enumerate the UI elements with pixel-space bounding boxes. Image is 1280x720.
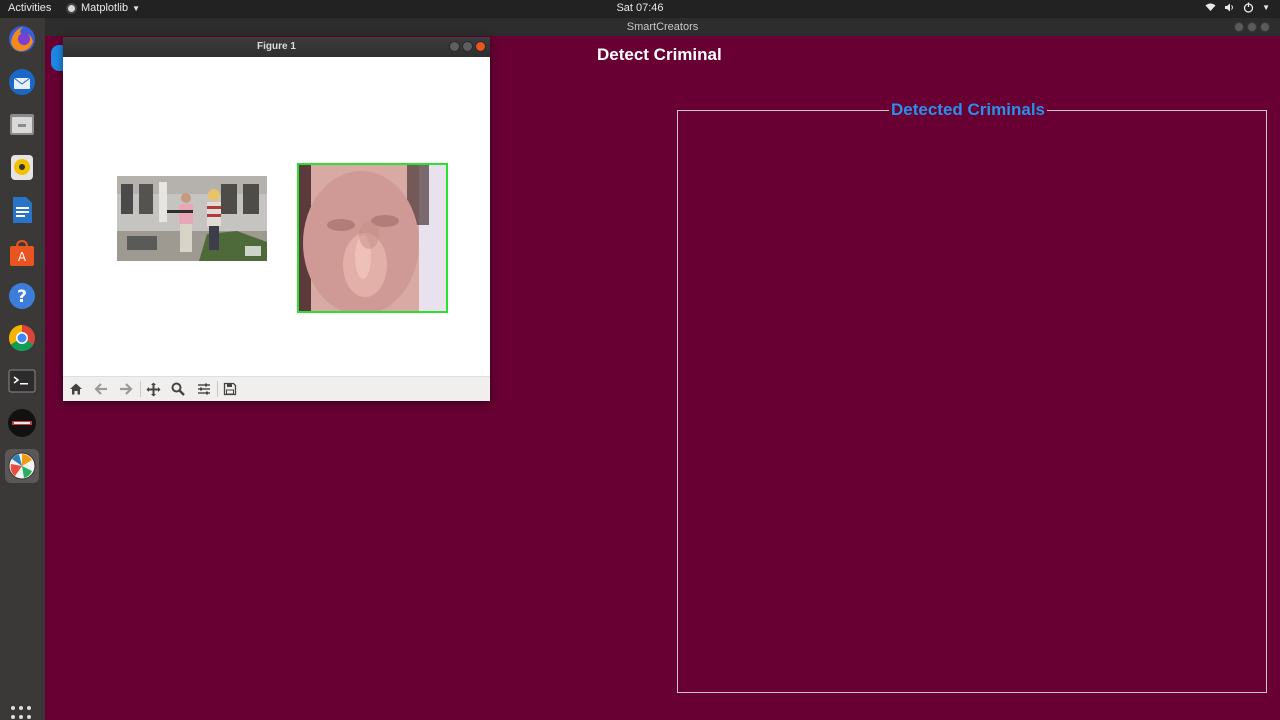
dock: A ?: [0, 18, 45, 720]
detected-face-image: [297, 163, 448, 313]
figure-titlebar[interactable]: Figure 1: [63, 37, 490, 57]
dock-item-writer[interactable]: [5, 193, 39, 227]
figure-window-controls: [449, 41, 486, 52]
forward-icon: [120, 383, 133, 395]
matplotlib-icon: [8, 452, 36, 480]
writer-icon: [13, 197, 32, 223]
terminal-icon: [8, 369, 36, 393]
page-title: Detect Criminal: [597, 45, 722, 64]
toolbar-separator: [217, 381, 218, 397]
home-icon: [70, 383, 82, 395]
power-icon: [1243, 2, 1254, 13]
top-bar: Activities Matplotlib ▼ Sat 07:46 ▼: [0, 0, 1280, 18]
toolbar-forward-button[interactable]: [116, 380, 136, 398]
maximize-button[interactable]: [1247, 22, 1257, 32]
dock-item-smartcreators[interactable]: [5, 406, 39, 440]
thunderbird-icon: [9, 69, 35, 95]
dock-item-help[interactable]: ?: [5, 279, 39, 313]
save-icon: [223, 382, 237, 396]
detected-criminals-label: Detected Criminals: [889, 100, 1047, 120]
system-status-area[interactable]: ▼: [1205, 2, 1270, 13]
files-icon: [10, 114, 34, 135]
dock-item-rhythmbox[interactable]: [5, 150, 39, 184]
toolbar-save-button[interactable]: [220, 380, 240, 398]
figure-canvas[interactable]: [63, 57, 490, 376]
detected-criminals-panel: [677, 110, 1267, 693]
chevron-down-icon: ▼: [132, 3, 140, 13]
clock[interactable]: Sat 07:46: [616, 2, 663, 14]
app-menu-label: Matplotlib: [81, 2, 129, 14]
back-icon: [94, 383, 107, 395]
figure-toolbar: [63, 376, 490, 401]
matplotlib-app-icon: [66, 2, 77, 14]
main-window-titlebar: SmartCreators: [45, 18, 1280, 36]
minimize-button[interactable]: [1234, 22, 1244, 32]
figure-minimize-button[interactable]: [449, 41, 460, 52]
window-controls: [1234, 22, 1270, 32]
rhythmbox-icon: [11, 155, 33, 180]
source-image: [117, 176, 267, 261]
dock-item-files[interactable]: [5, 107, 39, 141]
toolbar-configure-button[interactable]: [194, 380, 214, 398]
software-center-icon: A: [10, 239, 34, 266]
configure-subplots-icon: [198, 383, 210, 395]
smartcreators-logo-icon: [8, 409, 36, 437]
svg-text:A: A: [18, 250, 27, 264]
clock-container: Sat 07:46: [0, 2, 1280, 14]
figure-window: Figure 1: [63, 37, 490, 401]
app-menu[interactable]: Matplotlib ▼: [66, 2, 140, 14]
dock-item-terminal[interactable]: [5, 364, 39, 398]
show-applications-button[interactable]: [11, 706, 33, 720]
chevron-down-icon: ▼: [1262, 3, 1270, 12]
main-window-title: SmartCreators: [626, 21, 699, 33]
dock-item-chrome[interactable]: [5, 321, 39, 355]
activities-button[interactable]: Activities: [8, 2, 51, 14]
toolbar-separator: [140, 381, 141, 397]
figure-title: Figure 1: [257, 41, 296, 52]
toolbar-pan-button[interactable]: [143, 380, 163, 398]
chrome-icon: [8, 324, 35, 352]
dock-item-firefox[interactable]: [5, 22, 39, 56]
toolbar-zoom-button[interactable]: [168, 380, 188, 398]
figure-close-button[interactable]: [475, 41, 486, 52]
zoom-icon: [171, 382, 185, 396]
firefox-icon: [9, 26, 35, 52]
dock-item-matplotlib[interactable]: [5, 449, 39, 483]
close-button[interactable]: [1260, 22, 1270, 32]
pan-icon: [146, 382, 160, 396]
wifi-icon: [1205, 3, 1216, 11]
dock-item-software[interactable]: A: [5, 236, 39, 270]
toolbar-back-button[interactable]: [91, 380, 111, 398]
volume-icon: [1225, 3, 1234, 12]
toolbar-home-button[interactable]: [66, 380, 86, 398]
dock-item-thunderbird[interactable]: [5, 65, 39, 99]
help-icon: ?: [9, 283, 35, 309]
figure-maximize-button[interactable]: [462, 41, 473, 52]
svg-text:?: ?: [17, 287, 27, 307]
